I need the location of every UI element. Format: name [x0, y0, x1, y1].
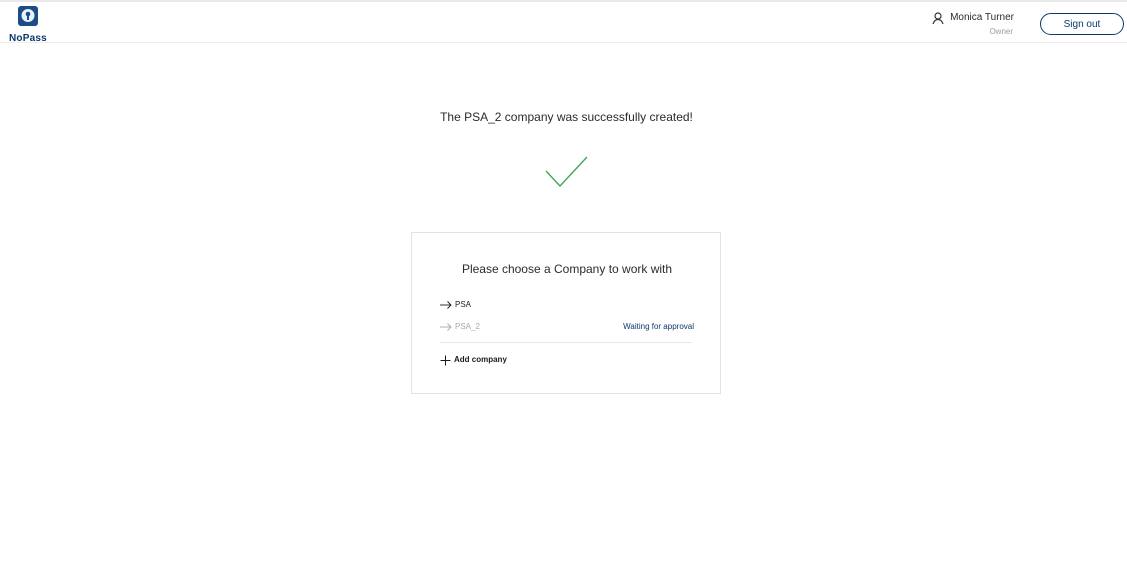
checkmark-icon: [545, 156, 588, 187]
company-item-psa-2[interactable]: PSA_2 Waiting for approval: [440, 319, 694, 335]
add-company-button[interactable]: Add company: [440, 352, 507, 368]
user-icon: [932, 12, 944, 25]
logo[interactable]: NoPass: [9, 6, 49, 44]
keyhole-shield-icon: [18, 6, 38, 26]
company-chooser-card: Please choose a Company to work with PSA…: [411, 232, 721, 394]
company-name: PSA_2: [455, 322, 480, 331]
company-name: PSA: [455, 300, 472, 309]
status-badge: Waiting for approval: [623, 322, 694, 331]
app-header: NoPass Monica Turner Owner Sign out: [0, 2, 1127, 44]
success-message: The PSA_2 company was successfully creat…: [440, 110, 693, 124]
arrow-right-icon: [440, 301, 452, 309]
company-item-psa[interactable]: PSA: [440, 297, 694, 313]
arrow-right-icon: [440, 323, 452, 331]
sign-out-button[interactable]: Sign out: [1040, 13, 1124, 35]
logo-text: NoPass: [9, 33, 47, 44]
card-title: Please choose a Company to work with: [461, 262, 673, 276]
user-name: Monica Turner: [950, 12, 1014, 23]
user-role: Owner: [989, 27, 1013, 36]
divider: [440, 342, 692, 343]
plus-icon: [440, 355, 451, 365]
add-company-label: Add company: [454, 355, 507, 364]
